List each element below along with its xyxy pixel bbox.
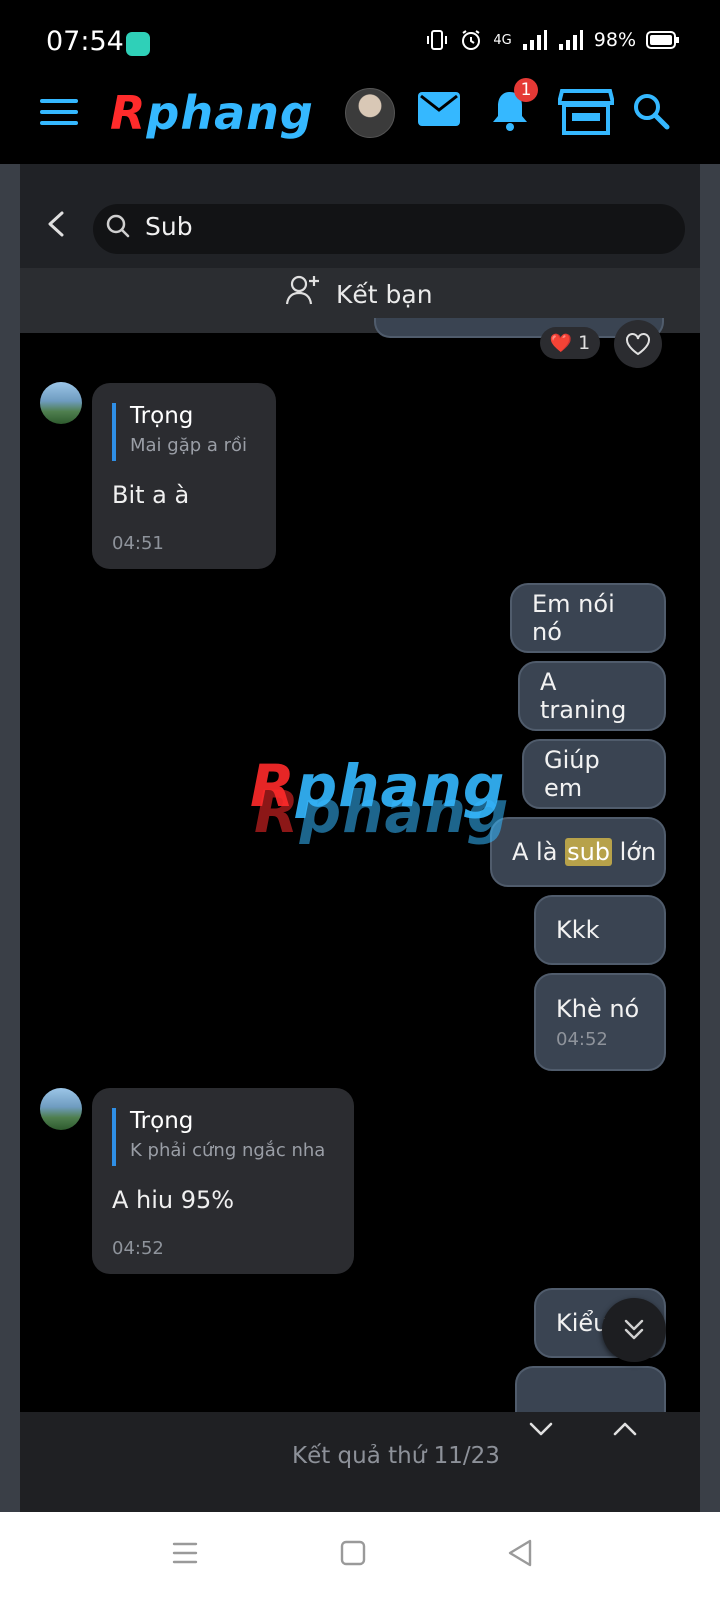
vibrate-icon — [427, 30, 448, 50]
site-logo[interactable]: Rphang — [110, 86, 314, 140]
notification-badge: 1 — [514, 78, 538, 102]
user-avatar[interactable] — [345, 88, 395, 138]
home-icon[interactable] — [340, 1540, 366, 1566]
add-friend-label: Kết bạn — [336, 280, 433, 309]
mail-icon[interactable] — [418, 92, 460, 126]
message-time: 04:52 — [112, 1238, 164, 1259]
quote-text: Mai gặp a rồi — [130, 435, 248, 456]
system-nav-bar — [0, 1512, 720, 1600]
outgoing-message[interactable]: Giúp em — [522, 739, 666, 809]
scroll-to-bottom-button[interactable] — [602, 1298, 666, 1362]
message-text: Khè nó — [556, 995, 640, 1023]
reply-quote[interactable]: Trọng K phải cứng ngắc nha — [112, 1108, 325, 1166]
search-highlight: sub — [565, 838, 613, 866]
message-text-before: A là — [512, 838, 566, 866]
outgoing-message[interactable]: A traning — [518, 661, 666, 731]
reaction-count: 1 — [578, 332, 591, 354]
app-header: Rphang 1 — [0, 78, 720, 164]
alarm-icon — [462, 30, 481, 50]
recent-apps-icon[interactable] — [172, 1540, 198, 1566]
signal-icon — [522, 30, 547, 50]
quote-author: Trọng — [130, 1108, 194, 1134]
sender-avatar[interactable] — [40, 1088, 82, 1130]
signal-icon-2 — [558, 30, 583, 50]
incoming-message[interactable]: Trọng K phải cứng ngắc nha A hiu 95% 04:… — [92, 1088, 354, 1274]
battery-icon — [646, 31, 679, 49]
incoming-message[interactable]: Trọng Mai gặp a rồi Bit a à 04:51 — [92, 383, 276, 569]
outgoing-message[interactable]: Em nói nó — [510, 583, 666, 653]
watermark-logo-shadow: Rphang — [254, 778, 510, 846]
search-field-icon — [106, 214, 130, 238]
next-result-chevron-down-icon[interactable] — [528, 1420, 554, 1438]
message-time: 04:51 — [112, 533, 164, 554]
back-nav-icon[interactable] — [506, 1538, 534, 1568]
heart-outline-icon — [626, 333, 650, 356]
status-time: 07:54 — [46, 26, 124, 57]
message-text: Bit a à — [112, 481, 190, 509]
status-icons: 4G 98% — [425, 28, 680, 52]
network-type: 4G — [493, 32, 512, 48]
app-notification-icon — [126, 32, 150, 56]
message-time: 04:52 — [556, 1029, 608, 1050]
outgoing-message-highlighted[interactable]: A là sub lớn — [490, 817, 666, 887]
battery-percent: 98% — [593, 29, 636, 51]
quote-text: K phải cứng ngắc nha — [130, 1140, 326, 1161]
react-button[interactable] — [614, 320, 662, 368]
left-rail — [0, 164, 20, 1512]
message-text-after: lớn — [612, 838, 657, 866]
status-bar: 07:54 4G 98% — [0, 0, 720, 78]
outgoing-message[interactable]: Khè nó 04:52 — [534, 973, 666, 1071]
reply-quote[interactable]: Trọng Mai gặp a rồi — [112, 403, 247, 461]
add-friend-icon — [286, 275, 319, 305]
sender-avatar[interactable] — [40, 382, 82, 424]
right-rail — [700, 164, 720, 1512]
store-icon[interactable] — [558, 87, 614, 135]
double-chevron-down-icon — [624, 1319, 644, 1340]
search-query: Sub — [145, 212, 193, 241]
back-arrow-icon[interactable] — [46, 210, 66, 238]
quote-author: Trọng — [130, 403, 194, 429]
search-icon[interactable] — [632, 92, 670, 130]
reaction-chip[interactable]: ❤️ 1 — [540, 327, 600, 359]
heart-reaction-icon: ❤️ — [549, 332, 573, 354]
message-text: A hiu 95% — [112, 1186, 235, 1214]
menu-icon[interactable] — [40, 97, 78, 127]
outgoing-message[interactable]: Kkk — [534, 895, 666, 965]
outgoing-message-partial[interactable] — [515, 1366, 666, 1412]
previous-result-chevron-up-icon[interactable] — [612, 1420, 638, 1438]
search-result-counter: Kết quả thứ 11/23 — [292, 1443, 500, 1469]
